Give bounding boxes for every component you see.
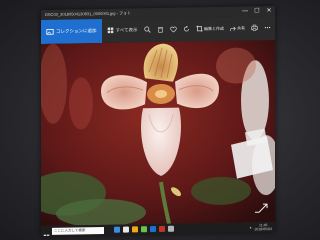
tab-add-to-collection[interactable]: コレクションに追加 [41,18,102,45]
windows-start-icon[interactable] [43,227,50,237]
taskbar-search-input[interactable]: ここに入力して検索 [52,226,104,235]
window-controls: — ☐ ✕ [239,6,275,17]
taskbar-app-icon[interactable] [150,226,156,233]
toolbar-actions: 編集と作成 共有 [144,23,275,34]
close-button[interactable]: ✕ [263,6,275,16]
share-icon [230,25,236,32]
tab-view-all-label: すべて表示 [115,27,138,33]
photos-app-window: DSC03_20180504130831_0000001.jpg - フォト —… [41,5,275,237]
taskbar-app-icon[interactable] [168,225,174,232]
more-icon[interactable] [264,24,271,33]
clock-date: 2018/05/03 [254,227,272,232]
taskbar-apps [114,225,174,233]
print-icon[interactable] [251,24,258,33]
network-icon[interactable]: ▴ [250,225,252,229]
image-icon [46,27,54,36]
tab-add-to-collection-label: コレクションに追加 [56,28,97,34]
taskbar-app-icon[interactable] [132,226,138,233]
edit-and-create-button[interactable]: 編集と作成 [196,25,224,33]
taskbar-app-icon[interactable] [123,226,129,233]
crop-icon [196,25,203,33]
share-label: 共有 [237,25,245,31]
system-tray: ▴ 11:46 2018/05/03 [250,223,275,231]
taskbar-app-icon[interactable] [114,226,120,233]
minimize-button[interactable]: — [239,6,251,16]
orchid-photo [41,39,275,227]
favorite-icon[interactable] [170,25,177,34]
clock[interactable]: 11:46 2018/05/03 [254,223,272,231]
edit-and-create-label: 編集と作成 [204,25,224,32]
rotate-icon[interactable] [183,25,190,34]
taskbar-app-icon[interactable] [141,226,147,233]
delete-icon[interactable] [157,25,164,34]
maximize-button[interactable]: ☐ [251,6,263,16]
grid-icon [107,27,114,35]
orchid-photo-image [41,39,275,227]
zoom-icon[interactable] [144,26,151,35]
tab-view-all[interactable]: すべて表示 [102,18,143,43]
taskbar-app-icon[interactable] [159,225,165,232]
share-button[interactable]: 共有 [230,25,245,32]
